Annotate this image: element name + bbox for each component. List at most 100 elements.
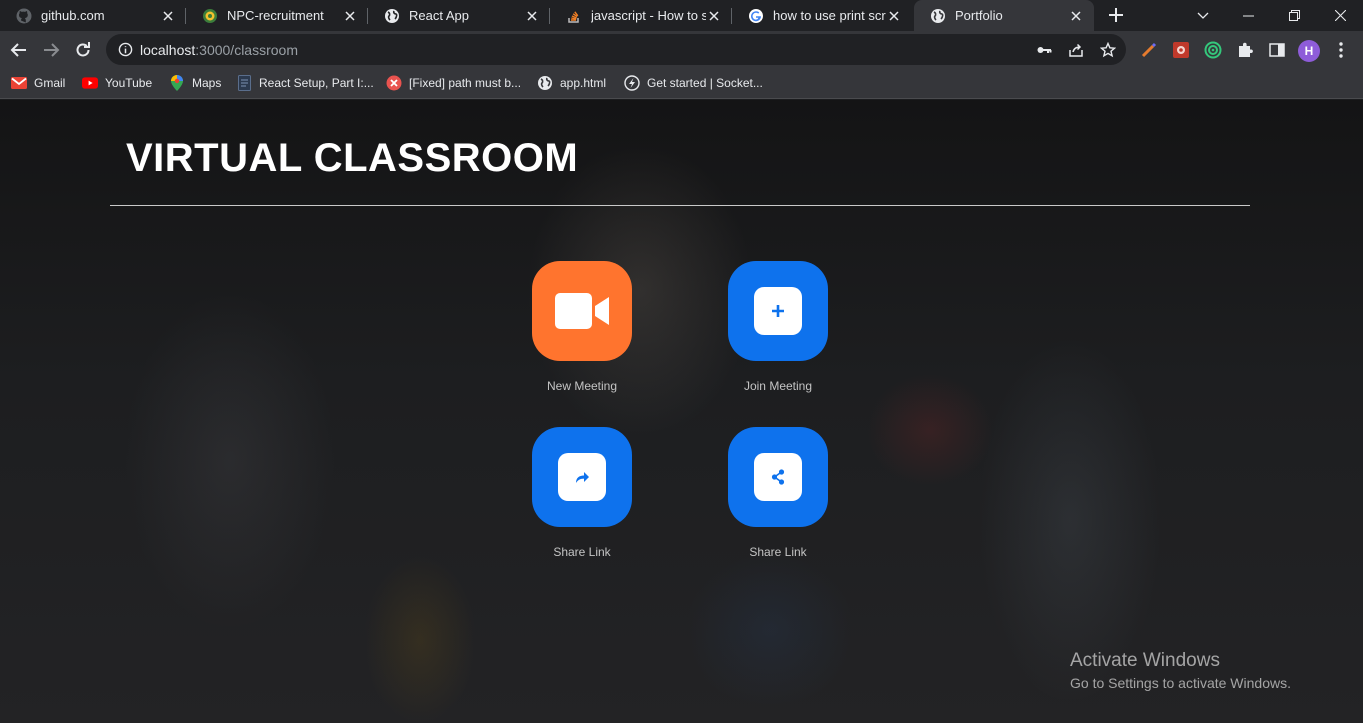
browser-menu-button[interactable] <box>1330 39 1352 61</box>
arrow-left-icon <box>10 43 26 57</box>
close-tab-icon[interactable] <box>706 8 722 24</box>
bookmarks-bar: Gmail YouTube Maps React Setup, Part I:.… <box>0 68 1363 99</box>
globe-icon <box>930 8 946 24</box>
close-tab-icon[interactable] <box>160 8 176 24</box>
bookmark-react-setup[interactable]: React Setup, Part I:... <box>236 74 374 92</box>
arrow-right-icon <box>44 43 60 57</box>
minimize-button[interactable] <box>1225 0 1271 31</box>
share-link-button[interactable] <box>728 427 828 527</box>
extension-red-icon <box>1173 42 1189 58</box>
extensions-button[interactable] <box>1234 39 1256 61</box>
bookmark-app-html[interactable]: app.html <box>537 74 606 92</box>
bookmark-youtube[interactable]: YouTube <box>82 74 152 92</box>
bookmark-label: [Fixed] path must b... <box>409 76 522 90</box>
tab-github[interactable]: github.com <box>0 0 186 31</box>
close-tab-icon[interactable] <box>524 8 540 24</box>
new-tab-button[interactable] <box>1106 5 1126 25</box>
url-text: localhost:3000/classroom <box>140 42 298 58</box>
bookmark-socketio[interactable]: Get started | Socket... <box>624 74 763 92</box>
maps-icon <box>169 75 185 91</box>
bookmark-fixed-path[interactable]: [Fixed] path must b... <box>386 74 521 92</box>
google-icon <box>748 8 764 24</box>
page-title: VIRTUAL CLASSROOM <box>126 136 579 180</box>
share-link-icon-tile <box>558 453 606 501</box>
tab-title: how to use print scree <box>773 8 886 23</box>
tab-npc-recruitment[interactable]: NPC-recruitment <box>186 0 368 31</box>
join-meeting-icon-tile <box>754 287 802 335</box>
tab-portfolio[interactable]: Portfolio <box>914 0 1094 31</box>
extension-puzzle-game[interactable] <box>1170 39 1192 61</box>
tab-title: React App <box>409 8 469 23</box>
join-meeting-label: Join Meeting <box>743 379 813 393</box>
tab-title: javascript - How to se <box>591 8 706 23</box>
side-panel-icon <box>1269 43 1285 57</box>
pencil-icon <box>1141 42 1157 58</box>
extension-target[interactable] <box>1202 39 1224 61</box>
profile-avatar[interactable]: H <box>1298 40 1320 62</box>
bookmark-maps[interactable]: Maps <box>169 74 221 92</box>
youtube-icon <box>82 75 98 91</box>
title-divider <box>110 205 1250 206</box>
bookmark-label: React Setup, Part I:... <box>259 76 374 90</box>
plus-icon <box>1109 8 1123 22</box>
minimize-icon <box>1242 15 1254 16</box>
bookmark-label: Maps <box>192 76 222 90</box>
star-icon[interactable] <box>1099 41 1117 59</box>
document-icon <box>236 75 252 91</box>
watermark-heading: Activate Windows <box>1070 650 1220 671</box>
action-share-link-arrow: Share Link <box>502 427 662 577</box>
extension-color-picker[interactable] <box>1138 39 1160 61</box>
close-window-button[interactable] <box>1317 0 1363 31</box>
share-link-label: Share Link <box>553 545 611 559</box>
tab-title: NPC-recruitment <box>227 8 324 23</box>
new-meeting-label: New Meeting <box>546 379 618 393</box>
restore-icon <box>1288 10 1300 21</box>
browser-toolbar: localhost:3000/classroom <box>0 31 1363 68</box>
share-link-label: Share Link <box>749 545 807 559</box>
join-meeting-button[interactable] <box>728 261 828 361</box>
info-icon[interactable] <box>118 42 133 57</box>
side-panel-button[interactable] <box>1266 39 1288 61</box>
tab-react-app[interactable]: React App <box>368 0 550 31</box>
gmail-icon <box>11 75 27 91</box>
address-bar[interactable]: localhost:3000/classroom <box>106 34 1126 65</box>
reload-button[interactable] <box>72 39 94 61</box>
reload-icon <box>76 42 90 57</box>
stackoverflow-icon <box>566 8 582 24</box>
tab-stackoverflow[interactable]: javascript - How to se <box>550 0 732 31</box>
url-path: :3000/classroom <box>195 42 298 58</box>
close-icon <box>1334 10 1346 21</box>
kebab-menu-icon <box>1339 42 1343 58</box>
key-icon[interactable] <box>1035 41 1053 59</box>
globe-icon <box>384 8 400 24</box>
share-arrow-icon <box>576 472 589 483</box>
bookmark-label: YouTube <box>105 76 153 90</box>
bookmark-label: app.html <box>560 76 607 90</box>
share-icon[interactable] <box>1067 41 1085 59</box>
action-join-meeting: Join Meeting <box>698 261 858 411</box>
close-tab-icon[interactable] <box>1068 8 1084 24</box>
new-meeting-button[interactable] <box>532 261 632 361</box>
close-tab-icon[interactable] <box>342 8 358 24</box>
url-host: localhost <box>140 42 196 58</box>
back-button[interactable] <box>8 39 30 61</box>
share-link-button[interactable] <box>532 427 632 527</box>
restore-button[interactable] <box>1271 0 1317 31</box>
target-icon <box>1204 41 1222 59</box>
forward-button[interactable] <box>40 39 62 61</box>
bookmark-gmail[interactable]: Gmail <box>11 74 65 92</box>
activate-windows-watermark: Activate Windows Go to Settings to activ… <box>1070 650 1291 691</box>
action-new-meeting: New Meeting <box>502 261 662 411</box>
share-link-icon-tile <box>754 453 802 501</box>
chevron-down-icon <box>1197 12 1209 19</box>
tab-search-button[interactable] <box>1180 0 1226 31</box>
github-icon <box>16 8 32 24</box>
globe-icon <box>537 75 553 91</box>
recruitment-site-icon <box>202 8 218 24</box>
bookmark-label: Gmail <box>34 76 66 90</box>
plus-icon <box>772 305 784 317</box>
tab-strip: github.com NPC-recruitment React App jav… <box>0 0 1363 31</box>
tab-google-search[interactable]: how to use print scree <box>732 0 912 31</box>
tab-title: github.com <box>41 8 105 23</box>
close-tab-icon[interactable] <box>886 8 902 24</box>
